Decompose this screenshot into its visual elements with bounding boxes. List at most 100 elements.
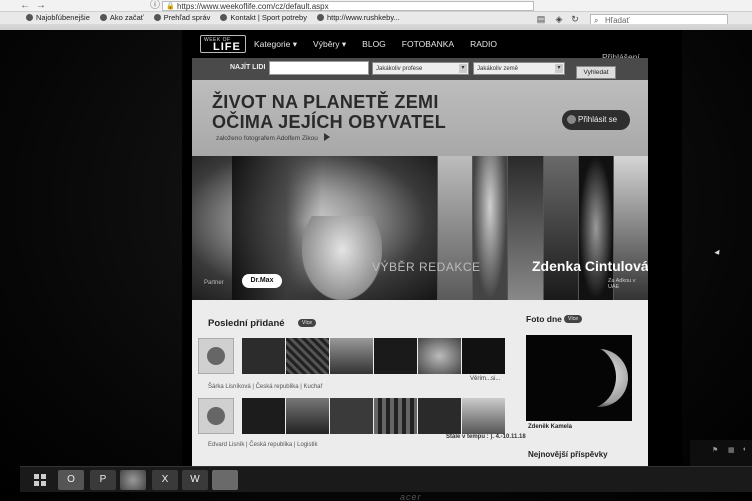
word-icon[interactable]: W <box>182 470 208 490</box>
latest-more-button[interactable]: Více <box>298 319 317 327</box>
tray-area <box>690 440 752 466</box>
thumbnail[interactable] <box>437 156 473 300</box>
menu-item-kategorie[interactable]: Kategorie ▾ <box>254 39 297 50</box>
photo-thumb[interactable] <box>330 398 373 434</box>
profession-select[interactable]: Jakákoliv profese ▾ <box>372 62 469 75</box>
featured-photo[interactable]: Partner Dr.Max VÝBĚR REDAKCE Zdenka Cint… <box>192 156 648 300</box>
menu-item-radio[interactable]: RADIO <box>470 39 497 50</box>
moon-shadow <box>556 345 616 409</box>
featured-person-name[interactable]: Zdenka Cintulová <box>532 258 648 274</box>
address-bar[interactable]: 🔒 https://www.weekoflife.com/cz/default.… <box>162 1 534 11</box>
bookmark-label: Ako začať <box>109 13 144 22</box>
avatar[interactable] <box>198 398 234 434</box>
people-search-input[interactable] <box>269 61 369 75</box>
hero-subline-text: založeno fotografem Adolfem Zikou <box>216 135 318 142</box>
globe-icon <box>316 14 324 21</box>
file-explorer-icon[interactable] <box>212 470 238 490</box>
profession-value: Jakákoliv profese <box>376 66 423 72</box>
logo-big-text: LIFE <box>213 41 241 53</box>
next-section-title: Nejnovější příspěvky <box>528 450 608 459</box>
browser-nav-row: ← → ⓘ 🔒 https://www.weekoflife.com/cz/de… <box>0 0 752 12</box>
star-icon <box>26 14 33 21</box>
photo-thumb[interactable] <box>242 398 285 434</box>
bookmark-item[interactable]: Kontakt | Sport potreby <box>220 13 307 24</box>
forward-icon[interactable]: → <box>34 0 48 11</box>
photo-of-day-more-button[interactable]: Více <box>564 315 583 323</box>
acer-logo: acer <box>400 492 422 501</box>
table-row[interactable] <box>198 338 506 374</box>
bookmark-item[interactable]: Ako začať <box>99 13 144 24</box>
bookmark-item[interactable]: Prehľad správ <box>153 13 211 24</box>
play-icon <box>323 133 330 141</box>
info-icon[interactable]: ⓘ <box>148 0 162 11</box>
photo-thumb[interactable] <box>462 398 505 434</box>
site-logo[interactable]: WEEK OF LIFE <box>200 35 246 53</box>
photo-thumb[interactable] <box>286 398 329 434</box>
photo-of-day-title: Foto dne <box>526 314 562 324</box>
search-button[interactable]: Vyhledat <box>576 66 616 79</box>
powerpoint-icon[interactable]: P <box>90 470 116 490</box>
row-caption: Věrím...si... <box>470 376 501 382</box>
bookmark-item[interactable]: Najobľúbenejšie <box>26 13 90 24</box>
people-search-label: NAJÍT LIDI <box>230 64 266 71</box>
back-icon[interactable]: ← <box>18 0 32 11</box>
featured-hand-shade <box>302 216 382 300</box>
bookmark-label: Kontakt | Sport potreby <box>230 13 307 22</box>
excel-icon[interactable]: X <box>152 470 178 490</box>
row-meta[interactable]: Šárka Lisníková | Česká republika | Kuch… <box>208 384 323 390</box>
menu-label: Kategorie <box>254 39 291 49</box>
row-meta[interactable]: Edvard Lisník | Česká republika | Logist… <box>208 442 318 448</box>
hero-subline[interactable]: založeno fotografem Adolfem Zikou <box>216 133 330 142</box>
chevron-down-icon: ▾ <box>555 64 563 73</box>
hero-banner: ŽIVOT NA PLANETĚ ZEMI OČIMA JEJÍCH OBYVA… <box>192 80 648 156</box>
firefox-icon[interactable] <box>120 470 146 490</box>
photo-of-day-author[interactable]: Zdeněk Kamela <box>528 424 572 430</box>
photo-of-day-image[interactable] <box>526 335 632 421</box>
menu-item-vybery[interactable]: Výběry ▾ <box>313 39 346 50</box>
thumbnail[interactable] <box>507 156 543 300</box>
hero-headline-line-1: ŽIVOT NA PLANETĚ ZEMI <box>212 92 439 112</box>
volume-icon[interactable]: ◖ <box>742 446 746 453</box>
content-area: Poslední přidané Více Věrím...si... Šárk… <box>192 300 648 470</box>
photo-thumb[interactable] <box>418 398 461 434</box>
flag-icon[interactable]: ⚑ <box>712 446 718 454</box>
editors-pick-label: VÝBĚR REDAKCE <box>372 260 481 274</box>
partner-label: Partner <box>204 280 224 286</box>
signin-button[interactable]: Přihlásit se <box>562 110 630 130</box>
thumbnail[interactable] <box>542 156 578 300</box>
latest-title: Poslední přidané <box>208 318 285 329</box>
menu-label: Výběry <box>313 39 340 49</box>
photo-thumb[interactable] <box>374 398 417 434</box>
row-caption: Stále v tempu : ). 4.-10.11.18 <box>446 434 526 440</box>
bookmark-item[interactable]: http://www.rushkeby... <box>316 13 400 24</box>
thumbnail[interactable] <box>472 156 508 300</box>
site-icon <box>220 14 228 21</box>
address-text: https://www.weekoflife.com/cz/default.as… <box>177 2 329 11</box>
network-icon[interactable]: ▦ <box>728 446 735 454</box>
windows-start-icon[interactable] <box>34 474 46 486</box>
photo-thumb[interactable] <box>286 338 329 374</box>
taskbar: O P X W <box>20 466 752 492</box>
country-select[interactable]: Jakákoliv země ▾ <box>473 62 565 75</box>
main-menu: Kategorie ▾ Výběry ▾ BLOG FOTOBANKA RADI… <box>254 39 497 50</box>
table-row[interactable] <box>198 398 506 434</box>
menu-item-blog[interactable]: BLOG <box>362 39 386 50</box>
photo-thumb[interactable] <box>330 338 373 374</box>
bookmark-label: Najobľúbenejšie <box>36 13 90 22</box>
chevron-down-icon: ▾ <box>459 64 467 73</box>
photo-thumb[interactable] <box>374 338 417 374</box>
partner-logo[interactable]: Dr.Max <box>242 274 282 288</box>
user-icon <box>567 115 576 124</box>
website: WEEK OF LIFE Kategorie ▾ Výběry ▾ BLOG F… <box>182 30 682 470</box>
avatar[interactable] <box>198 338 234 374</box>
country-value: Jakákoliv země <box>477 66 519 72</box>
featured-person-subtitle: Za Adkou v UAE <box>608 278 636 290</box>
outlook-icon[interactable]: O <box>58 470 84 490</box>
menu-item-fotobanka[interactable]: FOTOBANKA <box>402 39 454 50</box>
hero-headline-line-2: OČIMA JEJÍCH OBYVATEL <box>212 112 446 132</box>
photo-thumb[interactable] <box>418 338 461 374</box>
photo-thumb[interactable] <box>462 338 505 374</box>
bookmark-label: Prehľad správ <box>163 13 211 22</box>
photo-thumb[interactable] <box>242 338 285 374</box>
site-top-nav: WEEK OF LIFE Kategorie ▾ Výběry ▾ BLOG F… <box>182 30 682 62</box>
